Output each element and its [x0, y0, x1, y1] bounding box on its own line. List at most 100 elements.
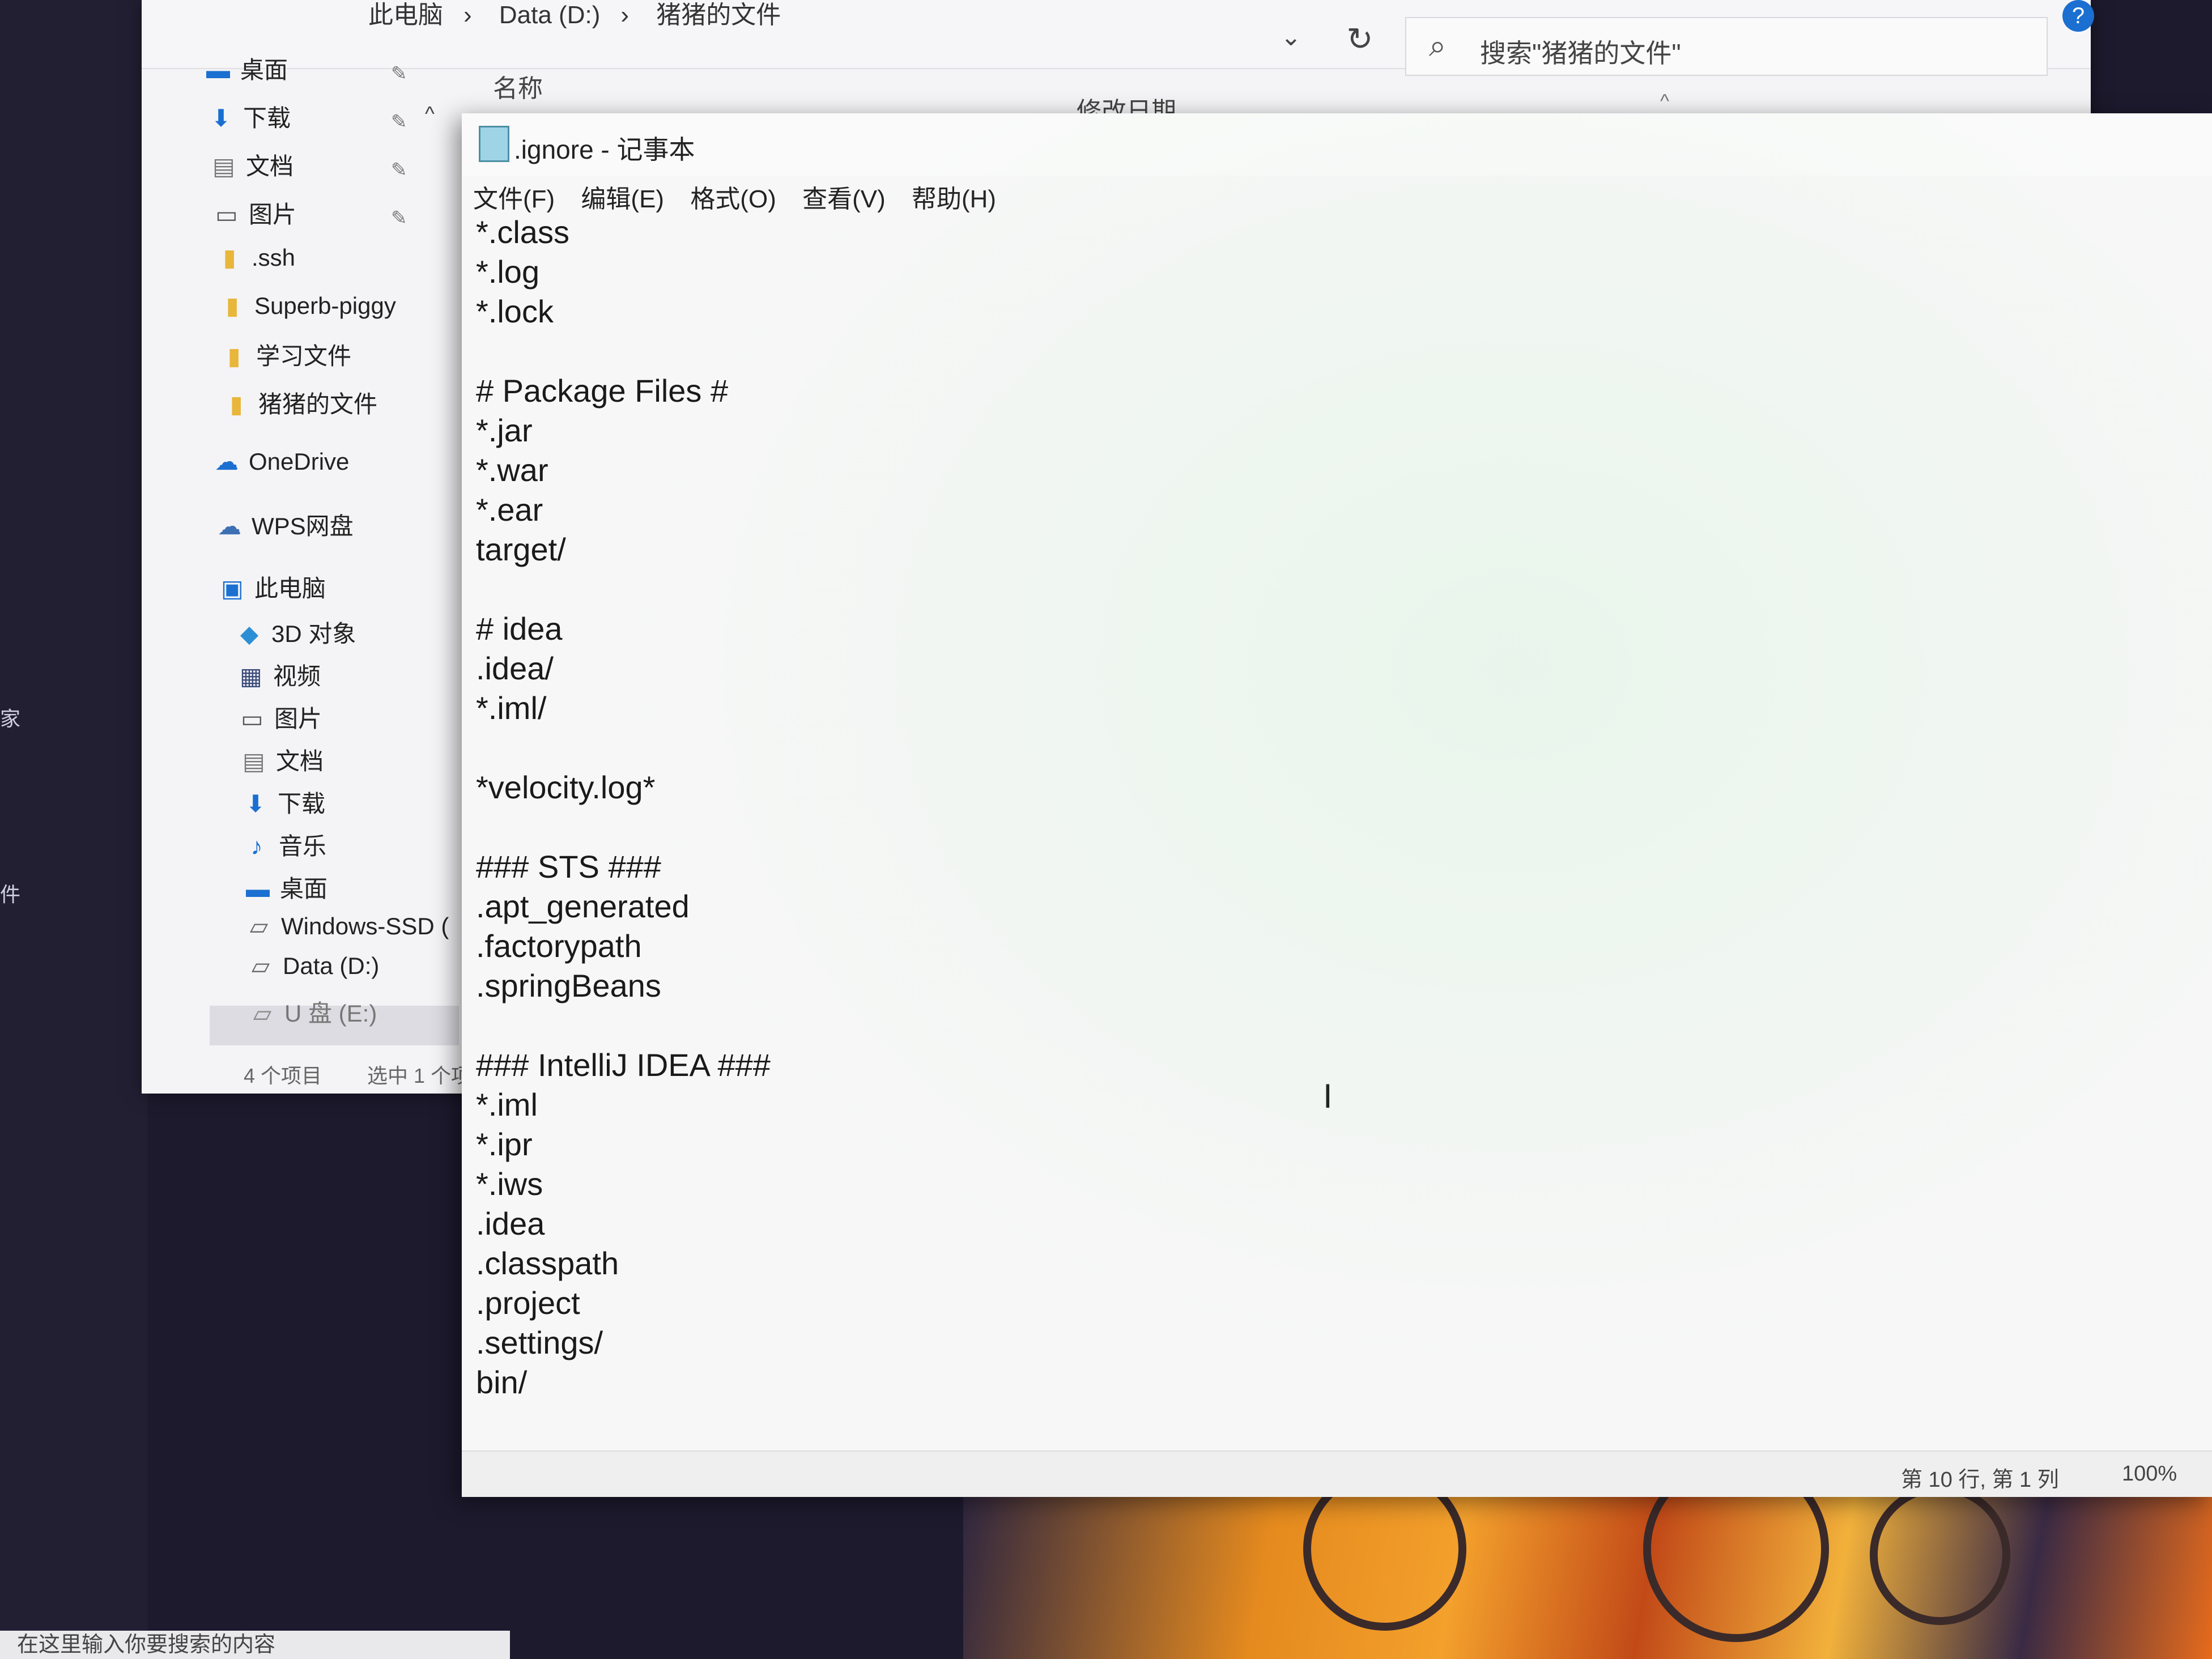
- nav-item-this-pc[interactable]: ▣ 此电脑: [218, 569, 326, 604]
- desktop-left-strip: 家 件: [0, 0, 147, 1659]
- nav-item-videos[interactable]: ▦ 视频: [237, 657, 321, 692]
- nav-item-documents-pc[interactable]: ▤ 文档: [240, 742, 324, 777]
- nav-item-onedrive[interactable]: ☁ OneDrive: [212, 448, 349, 475]
- nav-item-label: U 盘 (E:): [284, 1000, 377, 1027]
- text-line: *.ear: [476, 492, 543, 528]
- cube-icon: ◆: [240, 620, 259, 647]
- text-line: [476, 728, 2176, 768]
- text-line: .springBeans: [476, 968, 661, 1003]
- download-icon: ⬇: [211, 105, 231, 131]
- text-line: [476, 1402, 2176, 1436]
- text-line: *.iws: [476, 1166, 543, 1202]
- text-line: [476, 807, 2176, 847]
- breadcrumb-item[interactable]: 此电脑: [368, 1, 443, 29]
- nav-item-music[interactable]: ♪ 音乐: [243, 827, 327, 862]
- nav-item-label: Data (D:): [283, 952, 380, 979]
- nav-item-superb-piggy[interactable]: ▮ Superb-piggy: [218, 292, 396, 320]
- window-title: .ignore - 记事本: [514, 135, 695, 164]
- nav-item-label: 下载: [243, 105, 291, 131]
- desktop-icon: ▬: [206, 57, 230, 83]
- wallpaper-swirl: [1870, 1484, 2010, 1625]
- pin-icon[interactable]: ✎: [391, 159, 407, 181]
- nav-item-label: 图片: [249, 201, 297, 228]
- scroll-up-icon[interactable]: ^: [425, 102, 435, 126]
- menu-help[interactable]: 帮助(H): [912, 185, 996, 213]
- cloud-icon: ☁: [218, 513, 241, 539]
- column-header-name[interactable]: 名称: [493, 68, 543, 104]
- menu-edit[interactable]: 编辑(E): [581, 185, 664, 213]
- text-line: [476, 569, 2176, 609]
- nav-item-3d-objects[interactable]: ◆ 3D 对象: [235, 615, 356, 649]
- pin-icon[interactable]: ✎: [391, 62, 407, 85]
- pin-icon[interactable]: ✎: [391, 110, 407, 133]
- nav-item-label: .ssh: [252, 244, 296, 271]
- search-input[interactable]: ⌕ 搜索"猪猪的文件": [1405, 17, 2048, 76]
- notepad-window: .ignore - 记事本 文件(F) 编辑(E) 格式(O) 查看(V) 帮助…: [462, 113, 2212, 1497]
- text-line: *.ipr: [476, 1126, 533, 1162]
- nav-item-ssh[interactable]: ▮ .ssh: [215, 244, 295, 271]
- menu-format[interactable]: 格式(O): [690, 185, 776, 213]
- text-line: bin/: [476, 1364, 528, 1400]
- desktop-icon: ▬: [246, 875, 270, 902]
- menu-file[interactable]: 文件(F): [473, 185, 555, 213]
- nav-item-pictures[interactable]: ▭ 图片: [212, 195, 296, 230]
- text-line: .project: [476, 1285, 580, 1321]
- nav-item-desktop[interactable]: ▬ 桌面: [204, 51, 288, 86]
- refresh-icon[interactable]: ↻: [1332, 20, 1388, 66]
- text-line: *.lock: [476, 293, 554, 329]
- music-icon: ♪: [250, 833, 263, 860]
- nav-item-label: WPS网盘: [252, 513, 354, 539]
- breadcrumb-item[interactable]: Data (D:): [499, 1, 600, 29]
- text-line: *.jar: [476, 412, 533, 448]
- breadcrumb-item[interactable]: 猪猪的文件: [656, 1, 781, 29]
- drive-icon: ▱: [251, 952, 270, 979]
- cloud-icon: ☁: [215, 448, 239, 475]
- text-line: target/: [476, 531, 566, 567]
- nav-item-label: Superb-piggy: [254, 292, 396, 319]
- notepad-titlebar[interactable]: .ignore - 记事本: [462, 113, 2212, 176]
- text-line: *.iml/: [476, 690, 547, 726]
- nav-item-label: 3D 对象: [271, 620, 356, 647]
- text-line: *.war: [476, 452, 548, 488]
- nav-item-pictures-pc[interactable]: ▭ 图片: [238, 700, 322, 734]
- nav-item-label: 学习文件: [256, 343, 352, 369]
- nav-item-documents[interactable]: ▤ 文档: [210, 147, 293, 182]
- desktop-label: 家: [0, 707, 21, 730]
- nav-item-study-files[interactable]: ▮ 学习文件: [220, 337, 351, 372]
- text-line: *.log: [476, 254, 540, 290]
- nav-item-label: 下载: [278, 790, 326, 817]
- notepad-status-bar: 第 10 行, 第 1 列 100%: [462, 1450, 2212, 1497]
- chevron-down-icon[interactable]: ⌄: [1281, 23, 1301, 52]
- menu-view[interactable]: 查看(V): [802, 185, 886, 213]
- folder-icon: ▮: [227, 343, 241, 369]
- navigation-pane: ^ ▬ 桌面 ✎ ⬇ 下载 ✎ ▤ 文档 ✎ ▭ 图片 ✎ ▮ .ssh ▮ Superb-…: [142, 45, 476, 1071]
- nav-item-windows-ssd[interactable]: ▱ Windows-SSD (: [245, 912, 449, 940]
- nav-item-data-d[interactable]: ▱ Data (D:): [246, 952, 380, 980]
- help-icon[interactable]: ?: [2062, 0, 2094, 32]
- computer-icon: ▣: [221, 575, 244, 602]
- text-editor-area[interactable]: *.class *.log *.lock # Package Files # *.ja…: [476, 212, 2176, 1436]
- text-line: .apt_generated: [476, 888, 690, 924]
- taskbar-search-box[interactable]: 在这里输入你要搜索的内容: [0, 1631, 510, 1659]
- folder-icon: ▮: [226, 292, 239, 319]
- nav-item-u-disk[interactable]: ▱ U 盘 (E:): [248, 994, 377, 1029]
- nav-item-label: 猪猪的文件: [258, 391, 378, 418]
- drive-icon: ▱: [253, 1000, 272, 1027]
- folder-icon: ▮: [229, 391, 243, 418]
- text-line: ### STS ###: [476, 849, 661, 884]
- text-line: # idea: [476, 611, 563, 646]
- text-line: .factorypath: [476, 928, 642, 964]
- text-line: # Package Files #: [476, 373, 729, 409]
- nav-item-label: 桌面: [280, 875, 328, 902]
- nav-item-downloads[interactable]: ⬇ 下载: [207, 99, 291, 134]
- nav-item-piggy-files[interactable]: ▮ 猪猪的文件: [222, 385, 377, 420]
- document-icon: ▤: [212, 153, 235, 180]
- nav-item-downloads-pc[interactable]: ⬇ 下载: [241, 785, 325, 819]
- text-line: .idea: [476, 1206, 545, 1241]
- text-cursor-icon: I: [1323, 1077, 1333, 1115]
- nav-item-desktop-pc[interactable]: ▬ 桌面: [244, 870, 327, 904]
- breadcrumb[interactable]: 此电脑 › Data (D:) › 猪猪的文件: [368, 0, 801, 31]
- nav-item-wps[interactable]: ☁ WPS网盘: [215, 507, 354, 542]
- pin-icon[interactable]: ✎: [391, 207, 407, 229]
- nav-item-label: Windows-SSD (: [281, 913, 449, 939]
